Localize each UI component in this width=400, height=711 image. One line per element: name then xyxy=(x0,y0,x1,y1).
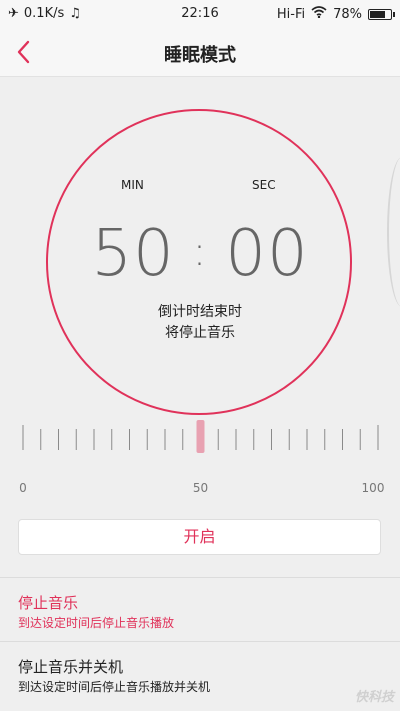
option-title: 停止音乐并关机 xyxy=(18,658,124,676)
battery-percent: 78% xyxy=(333,6,362,22)
nav-bar: 睡眠模式 xyxy=(0,28,400,77)
watermark-logo: 快科技 xyxy=(354,690,394,705)
option-title: 停止音乐 xyxy=(18,594,79,612)
option-stop-music[interactable]: 停止音乐 到达设定时间后停止音乐播放 xyxy=(0,577,400,641)
seconds-value: 00 xyxy=(225,217,309,291)
minutes-label: MIN xyxy=(121,178,144,192)
option-subtitle: 到达设定时间后停止音乐播放 xyxy=(18,616,175,630)
duration-slider[interactable]: 0 50 100 xyxy=(0,417,400,497)
start-button[interactable]: 开启 xyxy=(18,519,381,555)
hifi-label: Hi-Fi xyxy=(276,6,306,22)
timer-description: 倒计时结束时 将停止音乐 xyxy=(0,302,400,344)
timer-panel: MIN SEC 50:00 倒计时结束时 将停止音乐 0 50 100 开启 xyxy=(0,77,400,582)
time-separator: : xyxy=(192,229,208,275)
option-subtitle: 到达设定时间后停止音乐播放并关机 xyxy=(18,680,211,694)
slider-mid-label: 50 xyxy=(193,481,208,495)
wifi-icon xyxy=(311,6,327,22)
status-bar: ✈ 0.1K/s ♫ 22:16 Hi-Fi 78% xyxy=(0,0,400,28)
mode-option-list: 停止音乐 到达设定时间后停止音乐播放 停止音乐并关机 到达设定时间后停止音乐播放… xyxy=(0,577,400,705)
slider-max-label: 100 xyxy=(362,481,385,495)
battery-icon xyxy=(368,8,395,20)
page-title: 睡眠模式 xyxy=(164,45,236,66)
timer-description-line2: 将停止音乐 xyxy=(165,325,235,341)
option-stop-music-and-shutdown[interactable]: 停止音乐并关机 到达设定时间后停止音乐播放并关机 xyxy=(0,641,400,705)
countdown-display: 50:00 xyxy=(0,217,400,291)
slider-thumb[interactable] xyxy=(196,420,205,453)
seconds-label: SEC xyxy=(252,178,276,192)
minutes-value: 50 xyxy=(91,217,175,291)
timer-description-line1: 倒计时结束时 xyxy=(158,304,242,320)
slider-min-label: 0 xyxy=(19,481,27,495)
